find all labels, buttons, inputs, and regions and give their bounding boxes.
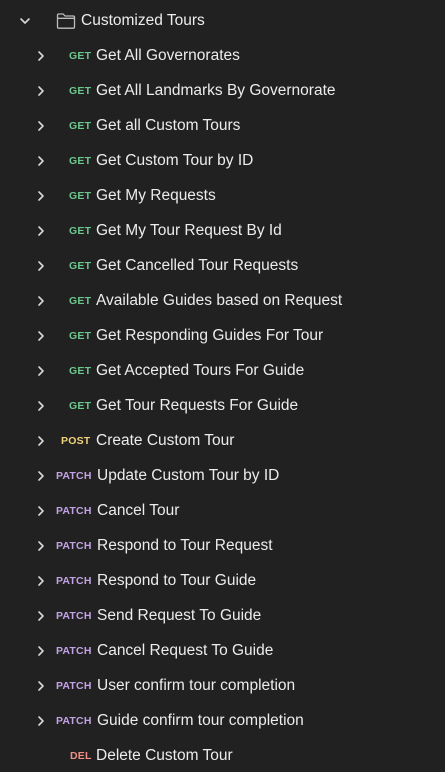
chevron-right-icon[interactable] (35, 680, 47, 692)
http-method-badge: GET (69, 85, 92, 97)
request-name: Get Accepted Tours For Guide (96, 362, 305, 379)
request-name: Cancel Request To Guide (97, 642, 274, 659)
folder-icon (56, 13, 76, 29)
request-name: Create Custom Tour (96, 432, 235, 449)
request-name: Respond to Tour Request (97, 537, 273, 554)
request-name: Guide confirm tour completion (97, 712, 304, 729)
request-item[interactable]: GET Get All Landmarks By Governorate (0, 73, 445, 108)
request-item[interactable]: PATCH User confirm tour completion (0, 668, 445, 703)
request-name: User confirm tour completion (97, 677, 296, 694)
http-method-badge: PATCH (56, 505, 92, 517)
request-item[interactable]: PATCH Cancel Tour (0, 493, 445, 528)
collection-folder-customized-tours[interactable]: Customized Tours (0, 3, 445, 38)
chevron-right-icon[interactable] (35, 330, 47, 342)
chevron-right-icon[interactable] (35, 155, 47, 167)
request-name: Available Guides based on Request (96, 292, 343, 309)
request-item[interactable]: GET Available Guides based on Request (0, 283, 445, 318)
request-item[interactable]: GET Get All Governorates (0, 38, 445, 73)
http-method-badge: PATCH (56, 645, 92, 657)
request-name: Get My Requests (96, 187, 216, 204)
folder-name: Customized Tours (81, 12, 205, 29)
http-method-badge: PATCH (56, 715, 92, 727)
request-item[interactable]: GET Get Cancelled Tour Requests (0, 248, 445, 283)
chevron-right-icon[interactable] (35, 540, 47, 552)
http-method-badge: PATCH (56, 610, 92, 622)
request-item[interactable]: GET Get all Custom Tours (0, 108, 445, 143)
http-method-badge: DEL (70, 750, 92, 762)
chevron-right-icon[interactable] (35, 365, 47, 377)
request-item[interactable]: GET Get Custom Tour by ID (0, 143, 445, 178)
request-item[interactable]: GET Get My Requests (0, 178, 445, 213)
http-method-badge: GET (69, 50, 92, 62)
http-method-badge: GET (69, 330, 92, 342)
http-method-badge: PATCH (56, 540, 92, 552)
http-method-badge: GET (69, 400, 92, 412)
request-item[interactable]: PATCH Guide confirm tour completion (0, 703, 445, 738)
request-name: Get Tour Requests For Guide (96, 397, 299, 414)
http-method-badge: POST (61, 435, 91, 447)
request-name: Update Custom Tour by ID (97, 467, 280, 484)
request-item[interactable]: GET Get Accepted Tours For Guide (0, 353, 445, 388)
request-name: Send Request To Guide (97, 607, 262, 624)
chevron-right-icon[interactable] (35, 260, 47, 272)
chevron-right-icon[interactable] (35, 610, 47, 622)
request-item[interactable]: PATCH Update Custom Tour by ID (0, 458, 445, 493)
http-method-badge: PATCH (56, 680, 92, 692)
chevron-right-icon[interactable] (35, 295, 47, 307)
chevron-down-icon[interactable] (19, 15, 31, 27)
request-name: Get Cancelled Tour Requests (96, 257, 299, 274)
chevron-right-icon[interactable] (35, 225, 47, 237)
chevron-right-icon[interactable] (35, 435, 47, 447)
request-name: Get all Custom Tours (96, 117, 241, 134)
http-method-badge: PATCH (56, 575, 92, 587)
chevron-right-icon[interactable] (35, 715, 47, 727)
chevron-right-icon[interactable] (35, 470, 47, 482)
request-item[interactable]: GET Get My Tour Request By Id (0, 213, 445, 248)
request-name: Get My Tour Request By Id (96, 222, 282, 239)
chevron-right-icon[interactable] (35, 400, 47, 412)
chevron-right-icon[interactable] (35, 190, 47, 202)
http-method-badge: GET (69, 295, 92, 307)
request-item[interactable]: DEL Delete Custom Tour (0, 738, 445, 772)
request-name: Cancel Tour (97, 502, 180, 519)
chevron-right-icon[interactable] (35, 505, 47, 517)
http-method-badge: GET (69, 365, 92, 377)
request-item[interactable]: PATCH Respond to Tour Request (0, 528, 445, 563)
http-method-badge: GET (69, 260, 92, 272)
chevron-right-icon[interactable] (35, 120, 47, 132)
http-method-badge: GET (69, 120, 92, 132)
http-method-badge: PATCH (56, 470, 92, 482)
request-name: Get Custom Tour by ID (96, 152, 254, 169)
request-item[interactable]: POST Create Custom Tour (0, 423, 445, 458)
request-item[interactable]: GET Get Responding Guides For Tour (0, 318, 445, 353)
http-method-badge: GET (69, 225, 92, 237)
chevron-right-icon[interactable] (35, 645, 47, 657)
chevron-right-icon[interactable] (35, 575, 47, 587)
request-name: Get Responding Guides For Tour (96, 327, 324, 344)
request-name: Get All Landmarks By Governorate (96, 82, 336, 99)
http-method-badge: GET (69, 155, 92, 167)
request-name: Respond to Tour Guide (97, 572, 257, 589)
request-name: Get All Governorates (96, 47, 240, 64)
request-item[interactable]: PATCH Cancel Request To Guide (0, 633, 445, 668)
chevron-right-icon[interactable] (35, 85, 47, 97)
request-item[interactable]: PATCH Send Request To Guide (0, 598, 445, 633)
request-list: GET Get All Governorates GET Get All Landma… (0, 38, 445, 772)
request-item[interactable]: GET Get Tour Requests For Guide (0, 388, 445, 423)
chevron-right-icon[interactable] (35, 50, 47, 62)
request-name: Delete Custom Tour (96, 747, 233, 764)
request-item[interactable]: PATCH Respond to Tour Guide (0, 563, 445, 598)
http-method-badge: GET (69, 190, 92, 202)
